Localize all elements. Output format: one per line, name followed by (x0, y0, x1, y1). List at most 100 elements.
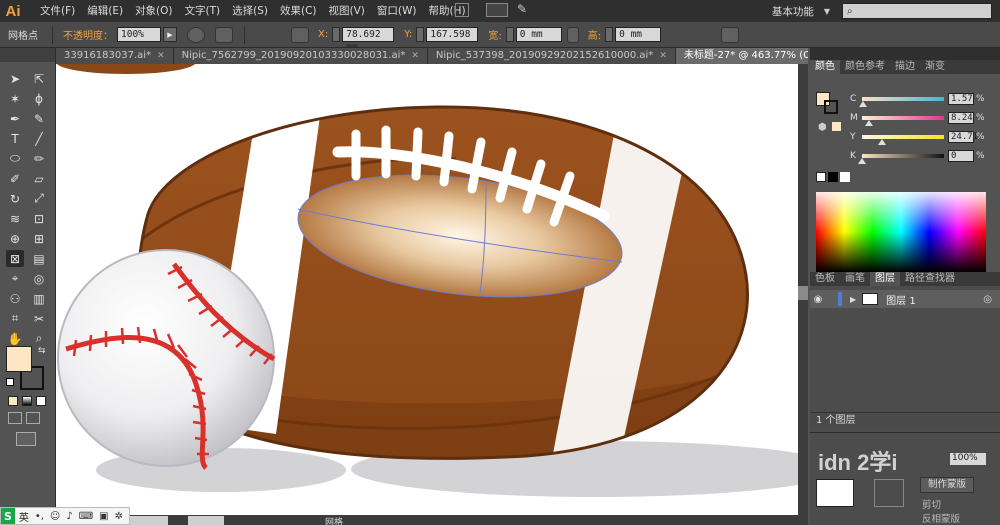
x-stepper[interactable] (332, 27, 341, 42)
selection-tool-icon[interactable]: ➤ (6, 70, 24, 87)
chevron-down-icon[interactable]: ▼ (824, 7, 830, 16)
black-input[interactable]: 0 (948, 150, 974, 162)
line-tool-icon[interactable]: ╱ (30, 130, 48, 147)
menu-edit[interactable]: 编辑(E) (81, 0, 129, 22)
none-mode-icon[interactable] (36, 396, 46, 406)
make-mask-button[interactable]: 制作蒙版 (920, 477, 974, 493)
workspace-switcher[interactable]: 基本功能 (772, 4, 814, 19)
zoom-level-field[interactable] (130, 516, 168, 525)
opacity-dropdown-button[interactable]: ▶ (163, 27, 177, 42)
opacity-input[interactable]: 100% (117, 27, 161, 42)
ime-mode[interactable]: 英 (19, 509, 29, 524)
pencil-tool-icon[interactable]: ✐ (6, 170, 24, 187)
layer-row[interactable]: ◉ ▶ 图层 1 ◎ (810, 290, 1000, 308)
target-icon[interactable]: ◎ (983, 294, 992, 305)
slider-yellow[interactable]: Y 24.71 % (850, 130, 1000, 145)
direct-selection-tool-icon[interactable]: ⇱ (30, 70, 48, 87)
gradient-tool-icon[interactable]: ▤ (30, 250, 48, 267)
menu-effect[interactable]: 效果(C) (274, 0, 323, 22)
swap-fill-stroke-icon[interactable]: ⇆ (38, 346, 46, 356)
vertical-scrollbar[interactable] (798, 64, 808, 525)
clip-checkbox[interactable]: 剪切 (922, 497, 941, 511)
yellow-track[interactable] (862, 135, 944, 145)
transparency-opacity-input[interactable]: 100% (950, 453, 986, 465)
emoji-icon[interactable]: ☺ (50, 511, 60, 522)
curvature-tool-icon[interactable]: ✎ (30, 110, 48, 127)
last-color-swatch[interactable] (832, 122, 841, 131)
close-icon[interactable]: ✕ (411, 48, 419, 64)
slider-magenta[interactable]: M 8.24 % (850, 111, 1000, 126)
tab-gradient[interactable]: 渐变 (920, 60, 950, 74)
none-color-swatch[interactable] (816, 172, 826, 182)
shape-builder-tool-icon[interactable]: ⊕ (6, 230, 24, 247)
fill-swatch[interactable] (6, 346, 32, 372)
zoom-tool-icon[interactable]: ⌕ (30, 330, 48, 347)
voice-icon[interactable]: ♪ (66, 511, 72, 522)
y-stepper[interactable] (416, 27, 425, 42)
tab-document-3[interactable]: Nipic_537398_20190929202152610000.ai* ✕ (427, 48, 676, 64)
scale-tool-icon[interactable]: ⤢ (30, 190, 48, 207)
ime-logo-icon[interactable]: S (1, 508, 15, 524)
constrain-proportions-icon[interactable] (566, 26, 579, 43)
magenta-input[interactable]: 8.24 (948, 112, 974, 124)
menu-file[interactable]: 文件(F) (34, 0, 81, 22)
warp-tool-icon[interactable]: ≋ (6, 210, 24, 227)
tab-color[interactable]: 颜色 (810, 60, 840, 74)
y-input[interactable]: 167.598 (426, 27, 479, 42)
close-icon[interactable]: ✕ (157, 48, 165, 64)
punctuation-icon[interactable]: •, (35, 511, 44, 522)
width-stepper[interactable] (505, 27, 514, 42)
tab-pathfinder[interactable]: 路径查找器 (900, 272, 960, 286)
bridge-icon[interactable] (455, 3, 469, 17)
slider-black[interactable]: K 0 % (850, 149, 1000, 164)
magic-wand-tool-icon[interactable]: ✶ (6, 90, 24, 107)
graph-tool-icon[interactable]: ▥ (30, 290, 48, 307)
artboard-tool-icon[interactable]: ⌗ (6, 310, 24, 327)
tab-document-2[interactable]: Nipic_7562799_20190920103330028031.ai* ✕ (173, 48, 428, 64)
gradient-mode-icon[interactable] (22, 396, 32, 406)
x-input[interactable]: 78.692 mm (342, 27, 395, 53)
expand-icon[interactable]: ▶ (850, 295, 856, 304)
width-input[interactable]: 0 mm (515, 27, 562, 42)
tab-stroke[interactable]: 描边 (890, 60, 920, 74)
yellow-input[interactable]: 24.71 (948, 131, 978, 143)
tab-swatches[interactable]: 色板 (810, 272, 840, 286)
eye-icon[interactable]: ◉ (810, 294, 826, 305)
height-stepper[interactable] (605, 27, 614, 42)
baseball[interactable] (57, 249, 276, 470)
hand-tool-icon[interactable]: ✋ (6, 330, 24, 347)
scroll-thumb[interactable] (798, 286, 808, 300)
magenta-track[interactable] (862, 116, 944, 126)
gpu-performance-icon[interactable]: ✎ (517, 2, 527, 16)
arrange-documents-icon[interactable] (486, 3, 508, 17)
opacity-label[interactable]: 不透明度： (59, 27, 117, 42)
layer-name[interactable]: 图层 1 (886, 292, 916, 307)
keyboard-icon[interactable]: ⌨ (79, 511, 93, 522)
menu-object[interactable]: 对象(O) (129, 0, 178, 22)
draw-normal-icon[interactable] (8, 412, 22, 424)
cyan-track[interactable] (859, 97, 944, 107)
settings-icon[interactable]: ✲ (115, 511, 123, 522)
blend-tool-icon[interactable]: ◎ (30, 270, 48, 287)
lasso-tool-icon[interactable]: ϕ (30, 90, 48, 107)
draw-behind-icon[interactable] (26, 412, 40, 424)
tab-color-guide[interactable]: 颜色参考 (840, 60, 890, 74)
artwork[interactable] (56, 64, 798, 517)
skin-icon[interactable]: ▣ (99, 511, 108, 522)
isolate-icon[interactable] (215, 26, 233, 43)
symbol-sprayer-tool-icon[interactable]: ⚇ (6, 290, 24, 307)
slider-thumb[interactable] (878, 139, 887, 145)
tab-document-active[interactable]: 未标题-27* @ 463.77% (CMYK/预览)✕ (675, 48, 808, 64)
slider-thumb[interactable] (864, 120, 873, 126)
panel-stroke-swatch[interactable] (824, 100, 838, 114)
slider-thumb[interactable] (858, 158, 866, 164)
transform-icon[interactable] (721, 26, 740, 43)
pen-tool-icon[interactable]: ✒ (6, 110, 24, 127)
tab-layers[interactable]: 图层 (870, 272, 900, 286)
rotate-tool-icon[interactable]: ↻ (6, 190, 24, 207)
eraser-tool-icon[interactable]: ▱ (30, 170, 48, 187)
align-icon[interactable] (291, 26, 309, 43)
artboard-canvas[interactable] (56, 64, 798, 517)
recolor-icon[interactable] (187, 26, 205, 43)
color-mode-icon[interactable] (8, 396, 18, 406)
